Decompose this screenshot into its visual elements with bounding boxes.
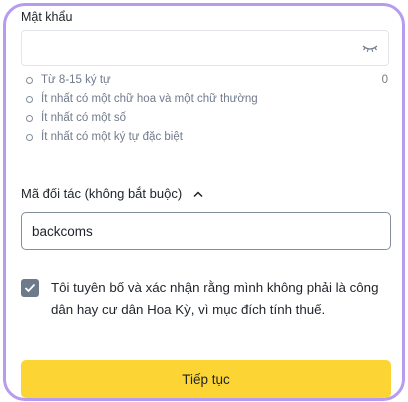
- chevron-up-icon: [193, 190, 203, 197]
- password-rule-length: Từ 8-15 ký tự: [26, 74, 111, 86]
- password-rule-number: Ít nhất có một số: [26, 112, 126, 124]
- referral-toggle[interactable]: Mã đối tác (không bắt buộc): [21, 186, 204, 201]
- password-rule-case: Ít nhất có một chữ hoa và một chữ thường: [26, 93, 258, 105]
- password-field[interactable]: [21, 30, 389, 66]
- rule-bullet-icon: [26, 114, 33, 122]
- rule-bullet-icon: [26, 76, 33, 84]
- eye-closed-icon[interactable]: [362, 41, 378, 55]
- signup-form-panel: Mật khẩu Từ 8-15 ký tự 0 Ít nhất có một …: [3, 3, 405, 401]
- checkmark-icon: [24, 283, 36, 293]
- declaration-checkbox[interactable]: [21, 279, 39, 297]
- referral-toggle-label: Mã đối tác (không bắt buộc): [21, 186, 183, 201]
- declaration-text: Tôi tuyên bố và xác nhận rằng mình không…: [51, 280, 379, 317]
- referral-code-input[interactable]: [21, 212, 391, 250]
- password-rule-special: Ít nhất có một ký tự đặc biệt: [26, 131, 183, 143]
- password-char-count: 0: [381, 74, 388, 86]
- rule-bullet-icon: [26, 95, 33, 103]
- rule-bullet-icon: [26, 133, 33, 141]
- continue-button[interactable]: Tiếp tục: [21, 360, 391, 398]
- password-label: Mật khẩu: [21, 10, 73, 24]
